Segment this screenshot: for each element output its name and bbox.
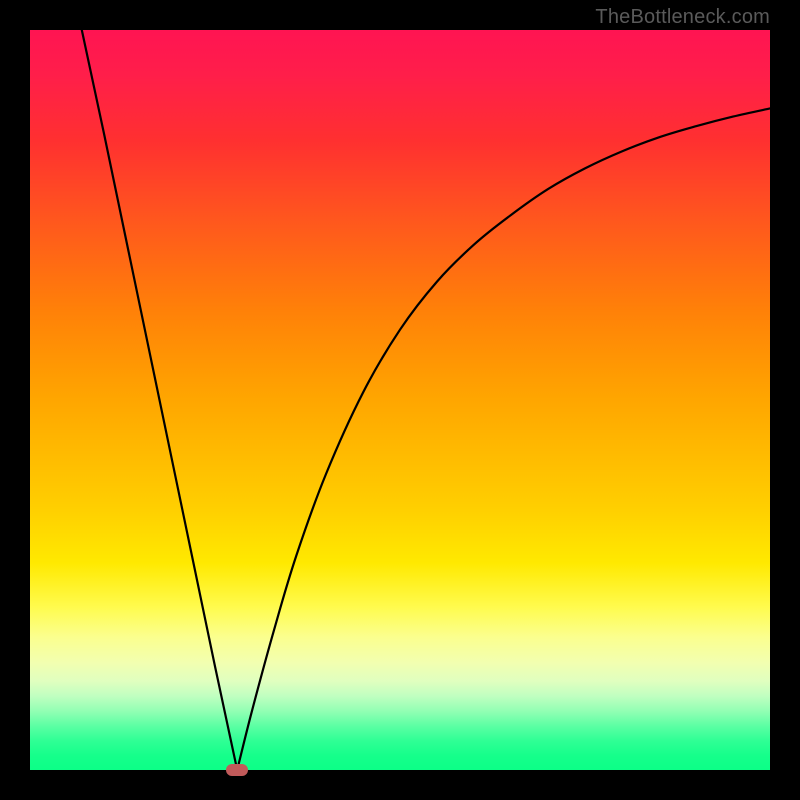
watermark-text: TheBottleneck.com [595, 6, 770, 29]
curve-right-branch [237, 108, 770, 770]
min-marker [226, 764, 248, 776]
chart-frame: TheBottleneck.com [0, 0, 800, 800]
plot-area [30, 30, 770, 770]
curve-svg [30, 30, 770, 770]
curve-left-branch [82, 30, 237, 770]
